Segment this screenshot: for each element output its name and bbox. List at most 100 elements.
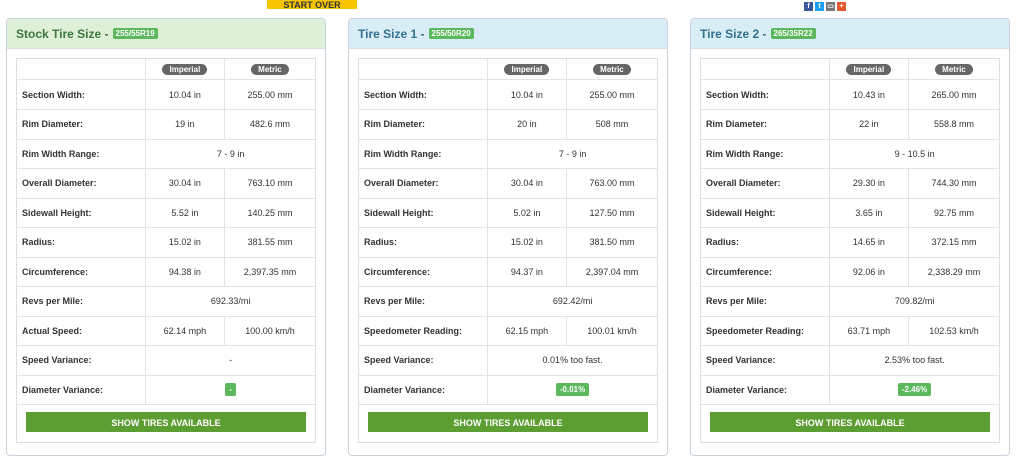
metric-header: Metric bbox=[225, 59, 315, 79]
table-row: Section Width: 10.04 in 255.00 mm bbox=[359, 80, 657, 110]
table-row: Circumference: 94.37 in 2,397.04 mm bbox=[359, 257, 657, 287]
table-header: Imperial Metric bbox=[17, 59, 315, 80]
imperial-value: 15.02 in bbox=[146, 228, 225, 257]
metric-value: 2,397.35 mm bbox=[243, 266, 297, 277]
facebook-icon[interactable]: f bbox=[804, 2, 813, 11]
imperial-value: 14.65 in bbox=[830, 228, 909, 257]
imperial-value: 29.30 in bbox=[830, 169, 909, 198]
table-row: Overall Diameter: 30.04 in 763.00 mm bbox=[359, 169, 657, 199]
tire-size-2-panel: Tire Size 2 -265/35R22 Imperial Metric S… bbox=[690, 18, 1010, 456]
row-label: Speedometer Reading: bbox=[359, 316, 488, 345]
metric-value: 482.6 mm bbox=[249, 119, 290, 130]
row-label: Rim Diameter: bbox=[359, 110, 488, 139]
row-label: Overall Diameter: bbox=[17, 169, 146, 198]
metric-value: 763.10 mm bbox=[247, 178, 293, 189]
row-label: Rim Diameter: bbox=[17, 110, 146, 139]
table-row: Overall Diameter: 29.30 in 744.30 mm bbox=[701, 169, 999, 199]
table-row: Revs per Mile: 692.33/mi bbox=[17, 287, 315, 317]
imperial-value: 92.06 in bbox=[830, 257, 909, 286]
row-label: Section Width: bbox=[359, 80, 488, 109]
span-value: 7 - 9 in bbox=[558, 148, 587, 159]
span-value: 692.33/mi bbox=[210, 296, 251, 307]
metric-value: 2,338.29 mm bbox=[927, 266, 981, 277]
imperial-value: 62.14 mph bbox=[146, 316, 225, 345]
span-value: - bbox=[229, 355, 233, 366]
imperial-pill: Imperial bbox=[846, 63, 892, 75]
imperial-value: 30.04 in bbox=[488, 169, 567, 198]
span-value: 7 - 9 in bbox=[216, 148, 245, 159]
row-label: Speed Variance: bbox=[359, 346, 489, 375]
imperial-header: Imperial bbox=[146, 59, 225, 79]
row-label: Revs per Mile: bbox=[701, 287, 831, 316]
panel-header: Tire Size 2 -265/35R22 bbox=[691, 19, 1009, 49]
metric-value: 255.00 mm bbox=[589, 89, 635, 100]
show-tires-row: SHOW TIRES AVAILABLE bbox=[701, 405, 999, 439]
spec-table: Imperial Metric Section Width: 10.04 in … bbox=[16, 58, 316, 443]
imperial-value: 5.02 in bbox=[488, 198, 567, 227]
span-value-cell: -2.46% bbox=[830, 376, 999, 405]
row-label: Section Width: bbox=[17, 80, 146, 109]
imperial-header: Imperial bbox=[830, 59, 909, 79]
row-label: Rim Width Range: bbox=[701, 139, 831, 168]
diameter-variance-badge: -2.46% bbox=[897, 383, 932, 397]
metric-value: 255.00 mm bbox=[247, 89, 293, 100]
metric-value: 140.25 mm bbox=[247, 207, 293, 218]
panel-title: Tire Size 1 bbox=[358, 26, 418, 41]
span-value-cell: 709.82/mi bbox=[830, 287, 999, 316]
table-row: Speedometer Reading: 63.71 mph 102.53 km… bbox=[701, 316, 999, 346]
span-value: 709.82/mi bbox=[894, 296, 935, 307]
table-row: Section Width: 10.04 in 255.00 mm bbox=[17, 80, 315, 110]
metric-pill: Metric bbox=[251, 63, 289, 75]
metric-pill: Metric bbox=[935, 63, 973, 75]
imperial-value: 22 in bbox=[830, 110, 909, 139]
span-value-cell: 7 - 9 in bbox=[488, 140, 657, 169]
row-label: Sidewall Height: bbox=[17, 198, 146, 227]
spec-table: Imperial Metric Section Width: 10.04 in … bbox=[358, 58, 658, 443]
twitter-icon[interactable]: t bbox=[815, 2, 824, 11]
row-label: Sidewall Height: bbox=[359, 198, 488, 227]
row-label: Revs per Mile: bbox=[17, 287, 147, 316]
span-value: 2.53% too fast. bbox=[884, 355, 945, 366]
diameter-variance-badge: - bbox=[225, 383, 236, 397]
table-row: Sidewall Height: 3.65 in 92.75 mm bbox=[701, 198, 999, 228]
table-row: Rim Width Range: 9 - 10.5 in bbox=[701, 139, 999, 169]
row-label: Sidewall Height: bbox=[701, 198, 830, 227]
metric-value: 381.55 mm bbox=[247, 237, 293, 248]
imperial-pill: Imperial bbox=[162, 63, 208, 75]
show-tires-button[interactable]: SHOW TIRES AVAILABLE bbox=[368, 412, 648, 432]
imperial-value: 20 in bbox=[488, 110, 567, 139]
metric-pill: Metric bbox=[593, 63, 631, 75]
row-label: Overall Diameter: bbox=[359, 169, 488, 198]
span-value-cell: -0.01% bbox=[488, 376, 657, 405]
row-label: Speed Variance: bbox=[17, 346, 147, 375]
metric-value: 763.00 mm bbox=[589, 178, 635, 189]
show-tires-row: SHOW TIRES AVAILABLE bbox=[359, 405, 657, 439]
row-label: Actual Speed: bbox=[17, 316, 146, 345]
metric-value: 2,397.04 mm bbox=[585, 266, 639, 277]
table-row: Speed Variance: 0.01% too fast. bbox=[359, 346, 657, 376]
imperial-value: 5.52 in bbox=[146, 198, 225, 227]
show-tires-button[interactable]: SHOW TIRES AVAILABLE bbox=[710, 412, 990, 432]
table-row: Circumference: 92.06 in 2,338.29 mm bbox=[701, 257, 999, 287]
row-label: Rim Diameter: bbox=[701, 110, 830, 139]
row-label: Radius: bbox=[359, 228, 488, 257]
row-label: Circumference: bbox=[17, 257, 146, 286]
span-value-cell: 7 - 9 in bbox=[146, 140, 315, 169]
panel-header: Tire Size 1 -255/50R20 bbox=[349, 19, 667, 49]
span-value-cell: 0.01% too fast. bbox=[488, 346, 657, 375]
table-row: Speed Variance: - bbox=[17, 346, 315, 376]
show-tires-button[interactable]: SHOW TIRES AVAILABLE bbox=[26, 412, 306, 432]
table-row: Diameter Variance: - bbox=[17, 375, 315, 405]
table-row: Diameter Variance: -2.46% bbox=[701, 375, 999, 405]
spec-table: Imperial Metric Section Width: 10.43 in … bbox=[700, 58, 1000, 443]
row-label: Rim Width Range: bbox=[17, 139, 147, 168]
table-header: Imperial Metric bbox=[359, 59, 657, 80]
more-icon[interactable]: + bbox=[837, 2, 846, 11]
imperial-value: 15.02 in bbox=[488, 228, 567, 257]
imperial-value: 10.04 in bbox=[488, 80, 567, 109]
span-value-cell: - bbox=[146, 346, 315, 375]
print-icon[interactable]: ▭ bbox=[826, 2, 835, 11]
start-over-button[interactable]: START OVER bbox=[267, 0, 357, 9]
size-badge: 265/35R22 bbox=[770, 28, 816, 39]
metric-value: 372.15 mm bbox=[931, 237, 977, 248]
